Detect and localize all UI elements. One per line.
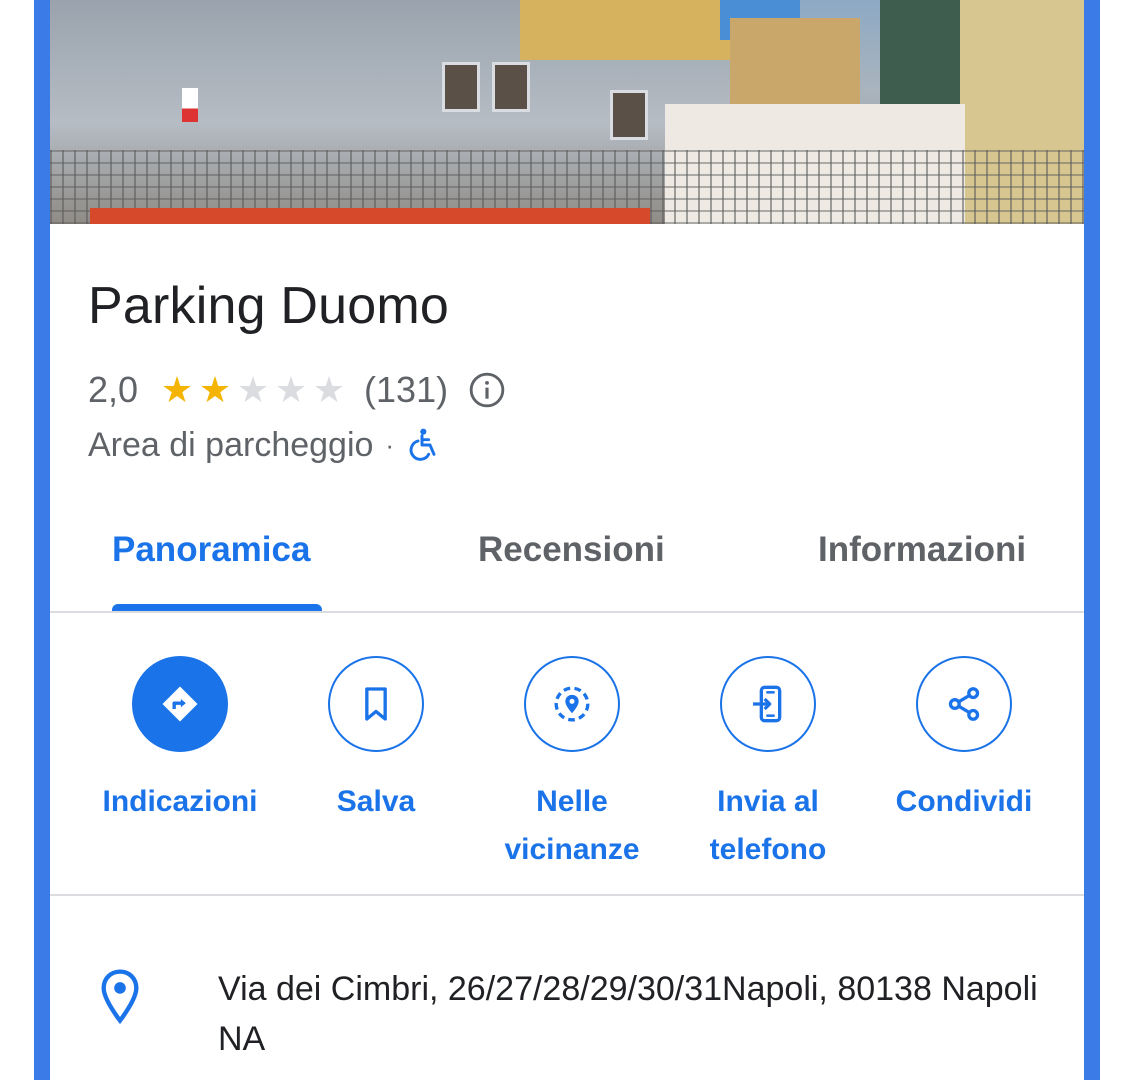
share-icon [948,687,980,721]
save-label: Salva [336,785,416,818]
star-empty-icon: ★ [236,369,270,410]
separator-dot: · [385,429,395,460]
review-count[interactable]: (131) [364,369,448,411]
star-empty-icon: ★ [274,369,308,410]
star-empty-icon: ★ [312,369,346,410]
nearby-icon [554,686,590,722]
tab-panoramica[interactable]: Panoramica [112,530,310,570]
share-button[interactable]: Condividi [866,656,1062,826]
category-row: Area di parcheggio · [88,422,438,468]
place-photo[interactable] [50,0,1084,224]
place-title: Parking Duomo [88,277,449,335]
place-tabs: Panoramica Recensioni Informazioni [50,512,1084,612]
photo-window [442,62,480,112]
send-to-phone-button[interactable]: Invia al telefono [670,656,866,874]
address-row[interactable]: Via dei Cimbri, 26/27/28/29/30/31Napoli,… [50,960,1084,1080]
action-buttons: Indicazioni Salva Nelle vicinanze Invia … [50,656,1084,866]
send-to-phone-icon [753,685,782,723]
tab-informazioni[interactable]: Informazioni [818,530,1026,570]
directions-label: Indicazioni [102,785,258,818]
photo-flag [182,88,198,122]
directions-icon [162,686,198,722]
star-filled-icon: ★ [160,369,194,410]
place-category[interactable]: Area di parcheggio [88,426,373,465]
share-circle[interactable] [916,656,1012,752]
photo-window [492,62,530,112]
tabs-divider [50,611,1084,613]
info-icon[interactable] [468,371,506,409]
nearby-button[interactable]: Nelle vicinanze [474,656,670,874]
rating-score: 2,0 [88,369,139,410]
photo-building-yellow [520,0,730,60]
nearby-circle[interactable] [524,656,620,752]
save-button[interactable]: Salva [278,656,474,826]
frame-outer-margin [1100,0,1134,1080]
rating-row: 2,0 ★ ★ ★ ★ ★ (131) [88,368,506,412]
location-pin-icon [101,969,139,1025]
frame-right-border [1084,0,1100,1080]
directions-circle[interactable] [132,656,228,752]
actions-divider [50,894,1084,896]
photo-window [610,90,648,140]
place-panel: Parking Duomo 2,0 ★ ★ ★ ★ ★ (131) Area di pa… [50,0,1084,1080]
address-text[interactable]: Via dei Cimbri, 26/27/28/29/30/31Napoli,… [218,964,1058,1064]
send-to-phone-label: Invia al telefono [709,785,827,866]
directions-button[interactable]: Indicazioni [82,656,278,826]
rating-stars[interactable]: ★ ★ ★ ★ ★ [158,372,348,408]
nearby-label: Nelle vicinanze [504,785,640,866]
share-label: Condividi [895,785,1033,818]
send-to-phone-circle[interactable] [720,656,816,752]
save-circle[interactable] [328,656,424,752]
wheelchair-accessible-icon [409,428,436,461]
photo-barrier [90,208,650,224]
bookmark-icon [365,687,387,721]
tab-recensioni[interactable]: Recensioni [478,530,665,570]
star-filled-icon: ★ [198,369,232,410]
frame-left-border [34,0,50,1080]
